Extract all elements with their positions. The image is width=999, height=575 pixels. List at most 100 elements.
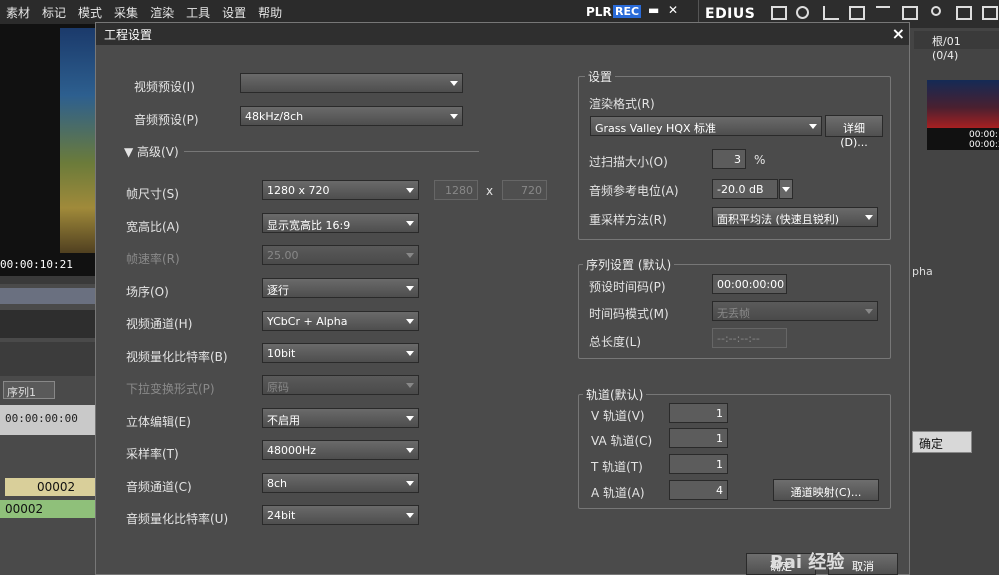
up-folder-icon[interactable] — [823, 6, 839, 20]
sample-rate-label: 采样率(T) — [126, 447, 179, 461]
overscan-input[interactable]: 3 — [712, 149, 746, 169]
audio-preset-label: 音频预设(P) — [134, 113, 199, 127]
resample-label: 重采样方法(R) — [589, 213, 667, 227]
search-icon[interactable] — [796, 6, 809, 19]
bin-clip-thumbnail[interactable] — [927, 80, 999, 130]
confirm-button[interactable]: 确定 — [912, 431, 972, 453]
clip-time: 00:00:2 — [969, 140, 999, 150]
render-format-label: 渲染格式(R) — [589, 97, 655, 111]
rec-button[interactable]: REC — [613, 5, 642, 18]
track-group-title: 轨道(默认) — [583, 386, 647, 403]
tab-sequence[interactable]: 序列1 — [3, 381, 55, 399]
preset-timecode-input[interactable]: 00:00:00:00 — [712, 274, 787, 294]
project-settings-dialog: 工程设置 × 视频预设(I) 音频预设(P) 48kHz/8ch ▼ 高级(V)… — [95, 22, 910, 575]
frame-size-select[interactable]: 1280 x 720 — [262, 180, 419, 200]
menu-item[interactable]: 工具 — [180, 4, 216, 21]
player-recorder-toggle: PLR REC ▬ ✕ — [580, 0, 698, 24]
fps-select[interactable]: 25.00 — [262, 245, 419, 265]
overscan-unit: % — [754, 153, 766, 167]
sample-rate-select[interactable]: 48000Hz — [262, 440, 419, 460]
frame-x-label: x — [486, 184, 494, 198]
menu-item[interactable]: 素材 — [0, 4, 36, 21]
advanced-divider — [184, 151, 479, 152]
channel-map-button[interactable]: 通道映射(C)... — [773, 479, 879, 501]
audio-channel-label: 音频通道(C) — [126, 480, 192, 494]
dialog-title: 工程设置 — [96, 23, 909, 45]
monitor-icon[interactable] — [902, 6, 918, 20]
video-preset-select[interactable] — [240, 73, 463, 93]
menu-item[interactable]: 渲染 — [144, 4, 180, 21]
va-track-label: VA 轨道(C) — [591, 434, 653, 448]
audio-bit-select[interactable]: 24bit — [262, 505, 419, 525]
preset-timecode-label: 预设时间码(P) — [589, 280, 666, 294]
copy-icon[interactable] — [956, 6, 972, 20]
a-track-input[interactable]: 4 — [669, 480, 728, 500]
timeline-ruler[interactable]: 00:00:00:00 — [0, 405, 95, 435]
video-bit-select[interactable]: 10bit — [262, 343, 419, 363]
frame-height-input[interactable]: 720 — [502, 180, 547, 200]
audio-channel-select[interactable]: 8ch — [262, 473, 419, 493]
detail-button[interactable]: 详细(D)... — [825, 115, 883, 149]
v-track-input[interactable]: 1 — [669, 403, 728, 423]
stereo-select[interactable]: 不启用 — [262, 408, 419, 428]
sequence-group-title: 序列设置 (默认) — [583, 256, 675, 273]
alpha-text: pha — [912, 265, 933, 278]
close-window-button[interactable]: ✕ — [668, 3, 678, 17]
settings-group-title: 设置 — [585, 68, 616, 85]
audio-ref-input[interactable]: -20.0 dB — [712, 179, 778, 199]
position-bar[interactable] — [0, 288, 95, 304]
pulldown-select[interactable]: 原码 — [262, 375, 419, 395]
field-order-select[interactable]: 逐行 — [262, 278, 419, 298]
menu-item[interactable]: 帮助 — [252, 4, 288, 21]
fps-label: 帧速率(R) — [126, 252, 180, 266]
preview-image — [60, 28, 95, 253]
pulldown-label: 下拉变换形式(P) — [126, 382, 215, 396]
resample-select[interactable]: 面积平均法 (快速且锐利) — [712, 207, 878, 227]
menu-item[interactable]: 模式 — [72, 4, 108, 21]
audio-bit-label: 音频量化比特率(U) — [126, 512, 229, 526]
menu-bar: 素材 标记 模式 采集 渲染 工具 设置 帮助 — [0, 0, 580, 24]
preview-timecode: 00:00:10:21 — [0, 258, 73, 271]
close-icon[interactable]: × — [892, 24, 905, 43]
bin-clip-info: 00:00:1 00:00:2 — [927, 128, 999, 150]
stereo-label: 立体编辑(E) — [126, 415, 191, 429]
timeline-toolbar — [0, 310, 95, 338]
timeline-clip[interactable]: 00002 — [0, 500, 95, 518]
overscan-label: 过扫描大小(O) — [589, 155, 668, 169]
folder-icon[interactable] — [771, 6, 787, 20]
clip-time: 00:00:1 — [969, 130, 999, 140]
frame-size-label: 帧尺寸(S) — [126, 187, 179, 201]
va-track-input[interactable]: 1 — [669, 428, 728, 448]
advanced-label: 高级(V) — [137, 145, 179, 159]
t-track-label: T 轨道(T) — [591, 460, 643, 474]
aspect-select[interactable]: 显示宽高比 16:9 — [262, 213, 419, 233]
render-format-select[interactable]: Grass Valley HQX 标准 — [590, 116, 822, 136]
bin-header: 根/01 (0/4) — [914, 31, 999, 62]
menu-item[interactable]: 设置 — [216, 4, 252, 21]
video-bit-label: 视频量化比特率(B) — [126, 350, 228, 364]
video-preset-label: 视频预设(I) — [134, 80, 195, 94]
title-icon[interactable] — [876, 6, 890, 20]
menu-item[interactable]: 采集 — [108, 4, 144, 21]
aspect-label: 宽高比(A) — [126, 220, 180, 234]
new-folder-icon[interactable] — [849, 6, 865, 20]
plr-button[interactable]: PLR — [586, 5, 612, 19]
cut-icon[interactable] — [931, 6, 941, 16]
audio-preset-select[interactable]: 48kHz/8ch — [240, 106, 463, 126]
advanced-toggle[interactable]: ▼ 高级(V) — [124, 143, 179, 160]
timeline-clip[interactable]: 00002 — [5, 478, 95, 496]
menu-item[interactable]: 标记 — [36, 4, 72, 21]
t-track-input[interactable]: 1 — [669, 454, 728, 474]
video-channel-select[interactable]: YCbCr + Alpha — [262, 311, 419, 331]
edius-logo: EDIUS — [705, 6, 756, 22]
minimize-button[interactable]: ▬ — [648, 3, 659, 17]
total-length-input[interactable]: --:--:--:-- — [712, 328, 787, 348]
a-track-label: A 轨道(A) — [591, 486, 645, 500]
timecode-mode-select[interactable]: 无丢帧 — [712, 301, 878, 321]
frame-width-input[interactable]: 1280 — [434, 180, 478, 200]
paste-icon[interactable] — [982, 6, 998, 20]
v-track-label: V 轨道(V) — [591, 409, 645, 423]
field-order-label: 场序(O) — [126, 285, 169, 299]
audio-ref-dropdown[interactable] — [779, 179, 793, 199]
total-length-label: 总长度(L) — [589, 335, 642, 349]
